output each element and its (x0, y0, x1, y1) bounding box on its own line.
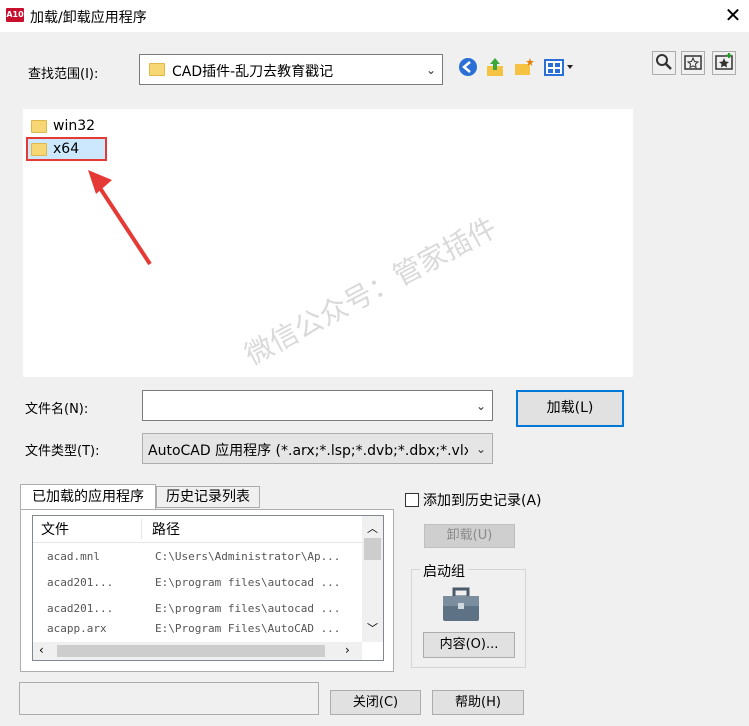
annotation-arrow (88, 170, 152, 266)
row-path: E:\Program Files\AutoCAD ... (155, 621, 341, 635)
add-history-label: 添加到历史记录(A) (423, 493, 542, 509)
list-header: 文件 路径 (33, 516, 383, 543)
table-row[interactable]: acad201... E:\program files\autocad ... (33, 569, 383, 595)
startup-group-title: 启动组 (420, 561, 468, 581)
find-icon[interactable] (652, 51, 676, 75)
filename-input[interactable]: ⌄ (142, 390, 493, 421)
favorites-icon[interactable] (681, 51, 705, 75)
table-row[interactable]: acad.mnl C:\Users\Administrator\Ap... (33, 543, 383, 569)
lookin-value: CAD插件-乱刀去教育戳记 (172, 64, 334, 80)
column-path[interactable]: 路径 (142, 519, 180, 539)
lookin-dropdown[interactable]: CAD插件-乱刀去教育戳记 ⌄ (139, 54, 443, 85)
table-row[interactable]: acad201... E:\program files\autocad ... (33, 595, 383, 621)
folder-icon (149, 63, 165, 76)
folder-icon (31, 119, 47, 133)
tab-history-list[interactable]: 历史记录列表 (156, 486, 260, 508)
add-favorite-icon[interactable] (712, 51, 736, 75)
briefcase-icon[interactable] (441, 587, 481, 627)
up-folder-icon[interactable] (483, 56, 507, 80)
chevron-down-icon: ⌄ (475, 398, 486, 413)
filetype-label: 文件类型(T): (25, 444, 100, 459)
horizontal-scrollbar[interactable]: ‹ › (33, 642, 362, 660)
filetype-dropdown[interactable]: AutoCAD 应用程序 (*.arx;*.lsp;*.dvb;*.dbx;*.… (142, 433, 493, 464)
folder-icon (31, 142, 47, 156)
folder-item-win32[interactable]: win32 (28, 116, 101, 136)
contents-button[interactable]: 内容(O)... (423, 632, 515, 658)
back-icon[interactable] (456, 56, 480, 80)
filename-label: 文件名(N): (25, 402, 89, 417)
add-history-checkbox[interactable]: 添加到历史记录(A) (405, 490, 542, 510)
scroll-thumb[interactable] (57, 645, 325, 657)
unload-button[interactable]: 卸载(U) (424, 524, 515, 548)
tab-loaded-apps[interactable]: 已加载的应用程序 (20, 484, 156, 510)
folder-name: x64 (53, 141, 80, 157)
column-file[interactable]: 文件 (33, 519, 142, 539)
load-button[interactable]: 加载(L) (516, 390, 624, 427)
close-icon[interactable]: ✕ (722, 4, 744, 26)
row-path: E:\program files\autocad ... (155, 601, 341, 615)
window-title: 加载/卸载应用程序 (30, 10, 147, 26)
table-row[interactable]: acapp.arx E:\Program Files\AutoCAD ... (33, 621, 383, 635)
row-path: E:\program files\autocad ... (155, 575, 341, 589)
chevron-down-icon: ⌄ (425, 62, 436, 77)
help-button[interactable]: 帮助(H) (432, 690, 524, 715)
folder-item-x64[interactable]: x64 (26, 137, 107, 161)
row-path: C:\Users\Administrator\Ap... (155, 549, 341, 563)
scroll-left-icon[interactable]: ‹ (39, 643, 44, 657)
filetype-value: AutoCAD 应用程序 (*.arx;*.lsp;*.dvb;*.dbx;*.… (148, 443, 468, 459)
lookin-label: 查找范围(I): (28, 67, 99, 82)
views-icon[interactable] (543, 56, 577, 80)
loaded-apps-list[interactable]: 文件 路径 acad.mnl C:\Users\Administrator\Ap… (32, 515, 384, 661)
app-logo-icon: A10 (6, 8, 24, 22)
scroll-down-icon[interactable]: ﹀ (367, 620, 378, 636)
scroll-thumb[interactable] (364, 538, 381, 560)
scroll-up-icon[interactable]: ︿ (367, 520, 378, 536)
folder-name: win32 (53, 118, 96, 134)
checkbox-box[interactable] (405, 493, 419, 507)
status-field (19, 682, 319, 715)
row-file: acad201... (47, 575, 114, 589)
close-button[interactable]: 关闭(C) (330, 690, 421, 715)
row-file: acapp.arx (47, 621, 107, 635)
new-folder-icon[interactable] (512, 56, 536, 80)
row-file: acad201... (47, 601, 114, 615)
scroll-right-icon[interactable]: › (345, 643, 350, 657)
chevron-down-icon: ⌄ (475, 441, 486, 456)
vertical-scrollbar[interactable]: ︿ ﹀ (362, 516, 383, 642)
row-file: acad.mnl (47, 549, 100, 563)
